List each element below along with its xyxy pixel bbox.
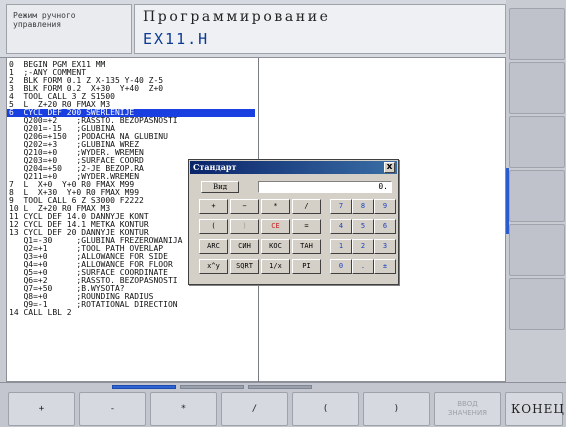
softkey-level-2: [180, 385, 244, 389]
program-line[interactable]: Q201=-15 ;GLUBINA: [7, 125, 258, 133]
calc-key-tan[interactable]: ТАН: [292, 239, 321, 254]
program-line[interactable]: Q7=+50 ;B.WYSOTA?: [7, 285, 258, 293]
calc-key-open-paren[interactable]: (: [199, 219, 228, 234]
program-filename: EX11.H: [143, 30, 210, 48]
softkey-level-1: [112, 385, 176, 389]
calc-key-1[interactable]: 1: [330, 239, 352, 254]
vertical-softkey-5[interactable]: [509, 224, 565, 276]
calc-key-divide[interactable]: /: [292, 199, 321, 214]
softkey-end[interactable]: КОНЕЦ: [505, 392, 564, 426]
close-icon[interactable]: x: [384, 162, 395, 173]
calc-key-reciprocal[interactable]: 1/x: [261, 259, 290, 274]
softkey-close-paren[interactable]: ): [363, 392, 430, 426]
calc-key-cos[interactable]: КОС: [261, 239, 290, 254]
view-button[interactable]: Вид: [201, 181, 239, 193]
program-line[interactable]: 2 BLK FORM 0.1 Z X-135 Y-40 Z-5: [7, 77, 258, 85]
calc-key-4[interactable]: 4: [330, 219, 352, 234]
calc-key-decimal[interactable]: .: [352, 259, 374, 274]
calc-key-8[interactable]: 8: [352, 199, 374, 214]
program-line[interactable]: Q9=-1 ;ROTATIONAL DIRECTION: [7, 301, 258, 309]
calculator-title-bar[interactable]: Стандарт x: [190, 161, 397, 174]
program-line[interactable]: Q206=+150 ;PODACHA NA GLUBINU: [7, 133, 258, 141]
program-line[interactable]: 3 BLK FORM 0.2 X+30 Y+40 Z+0: [7, 85, 258, 93]
program-line[interactable]: Q8=+0 ;ROUNDING RADIUS: [7, 293, 258, 301]
softkey-plus[interactable]: +: [8, 392, 75, 426]
program-line[interactable]: 14 CALL LBL 2: [7, 309, 258, 317]
softkey-enter-value[interactable]: ВВОД ЗНАЧЕНИЯ: [434, 392, 501, 426]
programming-mode-title: Программирование: [143, 9, 331, 25]
calculator-title: Стандарт: [193, 162, 237, 172]
softkey-divide[interactable]: /: [221, 392, 288, 426]
programming-mode-panel: Программирование EX11.H: [134, 4, 506, 54]
calculator-display: 0.: [258, 181, 392, 193]
program-line[interactable]: 5 L Z+20 R0 FMAX M3: [7, 101, 258, 109]
program-line[interactable]: Q210=+0 ;WYDER. WREMEN: [7, 149, 258, 157]
calc-key-equals[interactable]: =: [292, 219, 321, 234]
softkey-open-paren[interactable]: (: [292, 392, 359, 426]
calc-key-multiply[interactable]: *: [261, 199, 290, 214]
calc-key-sin[interactable]: СИН: [230, 239, 259, 254]
vertical-softkey-6[interactable]: [509, 278, 565, 330]
calc-key-minus[interactable]: −: [230, 199, 259, 214]
calc-key-plus[interactable]: +: [199, 199, 228, 214]
calc-key-clear-entry[interactable]: CE: [261, 219, 290, 234]
program-line[interactable]: 1 ;-ANY COMMENT: [7, 69, 258, 77]
calc-key-2[interactable]: 2: [352, 239, 374, 254]
program-line-active[interactable]: 6 CYCL DEF 200 SWERLENIJE: [7, 109, 255, 117]
calc-key-5[interactable]: 5: [352, 219, 374, 234]
calc-key-pi[interactable]: PI: [292, 259, 321, 274]
machine-mode-panel: Режим ручного управления: [6, 4, 132, 54]
softkey-level-3: [248, 385, 312, 389]
softkey-row-indicator: [506, 168, 509, 234]
softkey-minus[interactable]: -: [79, 392, 146, 426]
calculator-dialog: Стандарт x Вид 0. + − */ 7 8 9 () CE = 4 5 6 ARC СИН К…: [188, 159, 399, 285]
program-line[interactable]: 4 TOOL CALL 3 Z S1500: [7, 93, 258, 101]
header-bar: Режим ручного управления Программировани…: [0, 0, 566, 58]
program-line[interactable]: 0 BEGIN PGM EX11 MM: [7, 61, 258, 69]
calc-key-sqrt[interactable]: SQRT: [230, 259, 259, 274]
program-line[interactable]: Q200=+2 ;RASSTO. BEZOPASNOSTI: [7, 117, 258, 125]
calc-key-arc[interactable]: ARC: [199, 239, 228, 254]
calc-key-6[interactable]: 6: [374, 219, 396, 234]
vertical-softkey-1[interactable]: [509, 8, 565, 60]
calc-key-0[interactable]: 0: [330, 259, 352, 274]
calc-key-power[interactable]: x^y: [199, 259, 228, 274]
calc-key-9[interactable]: 9: [374, 199, 396, 214]
machine-mode-label: Режим ручного управления: [13, 11, 76, 29]
calc-key-close-paren[interactable]: ): [230, 219, 259, 234]
calc-key-sign[interactable]: ±: [374, 259, 396, 274]
calc-key-3[interactable]: 3: [374, 239, 396, 254]
vertical-softkey-bar: [506, 0, 566, 382]
horizontal-softkey-bar: + - * / ( ) ВВОД ЗНАЧЕНИЯ КОНЕЦ: [0, 382, 566, 427]
vertical-softkey-4[interactable]: [509, 170, 565, 222]
vertical-softkey-3[interactable]: [509, 116, 565, 168]
vertical-softkey-2[interactable]: [509, 62, 565, 114]
program-line[interactable]: Q202=+3 ;GLUBINA WREZ: [7, 141, 258, 149]
softkey-multiply[interactable]: *: [150, 392, 217, 426]
calc-key-7[interactable]: 7: [330, 199, 352, 214]
